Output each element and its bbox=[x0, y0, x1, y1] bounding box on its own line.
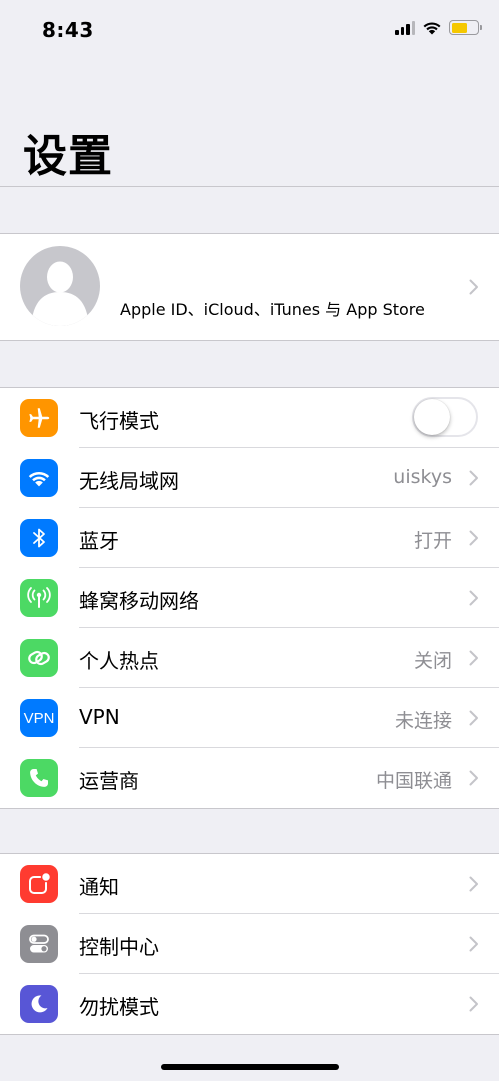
chevron-right-icon bbox=[469, 530, 478, 546]
personal-hotspot-row[interactable]: 个人热点 关闭 bbox=[0, 628, 499, 688]
personal-hotspot-label: 个人热点 bbox=[79, 649, 159, 673]
phone-icon bbox=[20, 759, 58, 797]
chevron-right-icon bbox=[469, 590, 478, 606]
do-not-disturb-label: 勿扰模式 bbox=[79, 995, 159, 1019]
chevron-right-icon bbox=[469, 279, 478, 295]
cellular-icon bbox=[20, 579, 58, 617]
wifi-value: uiskys bbox=[393, 466, 452, 488]
do-not-disturb-row[interactable]: 勿扰模式 bbox=[0, 974, 499, 1034]
vpn-icon: VPN bbox=[20, 699, 58, 737]
status-bar: 8:43 bbox=[0, 0, 499, 62]
notifications-row[interactable]: 通知 bbox=[0, 854, 499, 914]
page-title: 设置 bbox=[23, 131, 113, 182]
control-center-row[interactable]: 控制中心 bbox=[0, 914, 499, 974]
chevron-right-icon bbox=[469, 996, 478, 1012]
personal-hotspot-value: 关闭 bbox=[413, 650, 452, 672]
control-center-icon bbox=[20, 925, 58, 963]
carrier-value: 中国联通 bbox=[375, 770, 452, 792]
toggle-knob bbox=[414, 399, 450, 435]
cellular-signal-icon bbox=[395, 20, 415, 35]
airplane-mode-toggle[interactable] bbox=[412, 397, 478, 437]
vpn-label: VPN bbox=[79, 705, 120, 729]
vpn-row[interactable]: VPN VPN 未连接 bbox=[0, 688, 499, 748]
airplane-mode-row: 飞行模式 bbox=[0, 388, 499, 448]
carrier-row[interactable]: 运营商 中国联通 bbox=[0, 748, 499, 808]
header-divider bbox=[0, 186, 499, 187]
chevron-right-icon bbox=[469, 876, 478, 892]
battery-icon bbox=[449, 20, 482, 35]
cellular-row[interactable]: 蜂窝移动网络 bbox=[0, 568, 499, 628]
home-indicator[interactable] bbox=[161, 1064, 339, 1070]
chevron-right-icon bbox=[469, 650, 478, 666]
bluetooth-value: 打开 bbox=[413, 530, 452, 552]
notifications-icon bbox=[20, 865, 58, 903]
bluetooth-icon bbox=[20, 519, 58, 557]
carrier-label: 运营商 bbox=[79, 769, 139, 793]
chevron-right-icon bbox=[469, 710, 478, 726]
airplane-mode-label: 飞行模式 bbox=[79, 409, 159, 433]
control-center-label: 控制中心 bbox=[79, 935, 159, 959]
wifi-row[interactable]: 无线局域网 uiskys bbox=[0, 448, 499, 508]
status-indicators bbox=[395, 20, 482, 35]
vpn-value: 未连接 bbox=[394, 710, 452, 732]
wifi-status-icon bbox=[423, 22, 441, 35]
system-settings-group: 通知 控制中心 勿扰模式 bbox=[0, 853, 499, 1035]
notifications-label: 通知 bbox=[79, 875, 119, 899]
chevron-right-icon bbox=[469, 936, 478, 952]
apple-id-row[interactable]: Apple ID、iCloud、iTunes 与 App Store bbox=[0, 233, 499, 341]
network-settings-group: 飞行模式 无线局域网 uiskys 蓝牙 打开 蜂窝移动网络 个人热点 关闭 V… bbox=[0, 387, 499, 809]
airplane-icon bbox=[20, 399, 58, 437]
bluetooth-label: 蓝牙 bbox=[79, 529, 119, 553]
battery-level bbox=[451, 22, 467, 33]
apple-id-label: Apple ID、iCloud、iTunes 与 App Store bbox=[120, 300, 425, 319]
status-time: 8:43 bbox=[42, 18, 94, 42]
moon-icon bbox=[20, 985, 58, 1023]
chevron-right-icon bbox=[469, 470, 478, 486]
bluetooth-row[interactable]: 蓝牙 打开 bbox=[0, 508, 499, 568]
vpn-icon-text: VPN bbox=[23, 709, 55, 727]
person-silhouette-icon bbox=[20, 246, 100, 326]
cellular-label: 蜂窝移动网络 bbox=[79, 589, 199, 613]
wifi-icon bbox=[20, 459, 58, 497]
chevron-right-icon bbox=[469, 770, 478, 786]
hotspot-icon bbox=[20, 639, 58, 677]
wifi-label: 无线局域网 bbox=[79, 469, 179, 493]
